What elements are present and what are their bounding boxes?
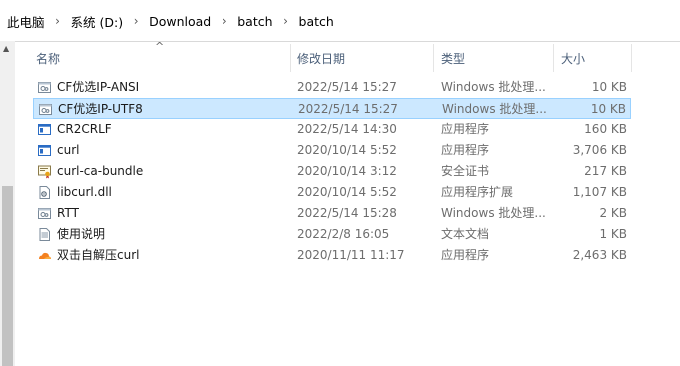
cloudflare-app-icon xyxy=(37,248,52,263)
file-size: 2,463 KB xyxy=(572,248,627,262)
file-row[interactable]: CF优选IP-UTF8 2022/5/14 15:27 Windows 批处理...… xyxy=(33,98,631,119)
file-name: 双击自解压curl xyxy=(57,248,140,262)
file-size: 1,107 KB xyxy=(572,185,627,199)
chevron-right-icon[interactable]: › xyxy=(125,14,147,28)
certificate-icon xyxy=(37,164,52,179)
file-type: Windows 批处理... xyxy=(441,80,546,94)
file-type: 应用程序 xyxy=(441,248,490,262)
vertical-scrollbar[interactable]: ▲ xyxy=(0,41,15,366)
column-header-size[interactable]: 大小 xyxy=(561,44,631,72)
column-header-name[interactable]: 名称 xyxy=(36,44,290,72)
breadcrumb-download[interactable]: Download xyxy=(147,14,213,29)
file-modified-date: 2020/10/14 5:52 xyxy=(297,143,397,157)
breadcrumb-drive-d[interactable]: 系统 (D:) xyxy=(69,12,126,31)
file-size: 3,706 KB xyxy=(572,143,627,157)
file-name: 使用说明 xyxy=(57,227,106,241)
file-size: 1 KB xyxy=(599,227,627,241)
chevron-right-icon[interactable]: › xyxy=(275,14,297,28)
file-size: 10 KB xyxy=(590,102,626,116)
file-row[interactable]: 使用说明 2022/2/8 16:05 文本文档 1 KB xyxy=(33,224,631,245)
file-modified-date: 2022/5/14 14:30 xyxy=(297,122,397,136)
file-name: CR2CRLF xyxy=(57,122,112,136)
breadcrumb-batch-current[interactable]: batch xyxy=(297,14,336,29)
file-type: 安全证书 xyxy=(441,164,490,178)
file-size: 2 KB xyxy=(599,206,627,220)
application-icon xyxy=(37,122,52,137)
batch-file-icon xyxy=(37,206,52,221)
file-type: 文本文档 xyxy=(441,227,490,241)
file-size: 160 KB xyxy=(584,122,627,136)
file-row[interactable]: RTT 2022/5/14 15:28 Windows 批处理... 2 KB xyxy=(33,203,631,224)
file-modified-date: 2020/11/11 11:17 xyxy=(297,248,405,262)
file-modified-date: 2020/10/14 5:52 xyxy=(297,185,397,199)
address-bar[interactable]: 此电脑 › 系统 (D:) › Download › batch › batch xyxy=(0,0,680,42)
file-name: RTT xyxy=(57,206,79,220)
file-name: curl xyxy=(57,143,80,157)
column-divider[interactable] xyxy=(553,44,554,72)
column-divider[interactable] xyxy=(290,44,291,72)
file-size: 217 KB xyxy=(584,164,627,178)
scrollbar-thumb[interactable] xyxy=(2,186,13,366)
column-divider[interactable] xyxy=(631,44,632,72)
file-type: 应用程序扩展 xyxy=(441,185,514,199)
breadcrumb-batch[interactable]: batch xyxy=(235,14,274,29)
file-modified-date: 2022/5/14 15:27 xyxy=(298,102,398,116)
dll-file-icon xyxy=(37,185,52,200)
text-document-icon xyxy=(37,227,52,242)
scroll-up-arrow-icon[interactable]: ▲ xyxy=(3,44,9,53)
file-modified-date: 2020/10/14 3:12 xyxy=(297,164,397,178)
column-header-date[interactable]: 修改日期 xyxy=(297,44,433,72)
file-type: 应用程序 xyxy=(441,122,490,136)
column-header-type[interactable]: 类型 xyxy=(441,44,553,72)
file-row[interactable]: curl-ca-bundle 2020/10/14 3:12 安全证书 217 KB xyxy=(33,161,631,182)
file-row[interactable]: libcurl.dll 2020/10/14 5:52 应用程序扩展 1,107 KB xyxy=(33,182,631,203)
breadcrumb-this-pc[interactable]: 此电脑 xyxy=(5,12,47,31)
file-row[interactable]: CF优选IP-ANSI 2022/5/14 15:27 Windows 批处理...… xyxy=(33,77,631,98)
file-name: CF优选IP-ANSI xyxy=(57,80,140,94)
file-name: curl-ca-bundle xyxy=(57,164,144,178)
breadcrumb: 此电脑 › 系统 (D:) › Download › batch › batch xyxy=(0,12,336,30)
file-type: Windows 批处理... xyxy=(441,206,546,220)
file-row[interactable]: 双击自解压curl 2020/11/11 11:17 应用程序 2,463 KB xyxy=(33,245,631,266)
file-modified-date: 2022/2/8 16:05 xyxy=(297,227,390,241)
file-row[interactable]: curl 2020/10/14 5:52 应用程序 3,706 KB xyxy=(33,140,631,161)
file-size: 10 KB xyxy=(591,80,627,94)
batch-file-icon xyxy=(37,80,52,95)
application-icon xyxy=(37,143,52,158)
batch-file-icon xyxy=(38,102,53,117)
chevron-right-icon[interactable]: › xyxy=(47,14,69,28)
file-name: libcurl.dll xyxy=(57,185,112,199)
file-name: CF优选IP-UTF8 xyxy=(58,102,143,116)
chevron-right-icon[interactable]: › xyxy=(213,14,235,28)
file-modified-date: 2022/5/14 15:27 xyxy=(297,80,397,94)
file-type: Windows 批处理... xyxy=(442,102,547,116)
column-divider[interactable] xyxy=(433,44,434,72)
file-type: 应用程序 xyxy=(441,143,490,157)
file-row[interactable]: CR2CRLF 2022/5/14 14:30 应用程序 160 KB xyxy=(33,119,631,140)
file-modified-date: 2022/5/14 15:28 xyxy=(297,206,397,220)
